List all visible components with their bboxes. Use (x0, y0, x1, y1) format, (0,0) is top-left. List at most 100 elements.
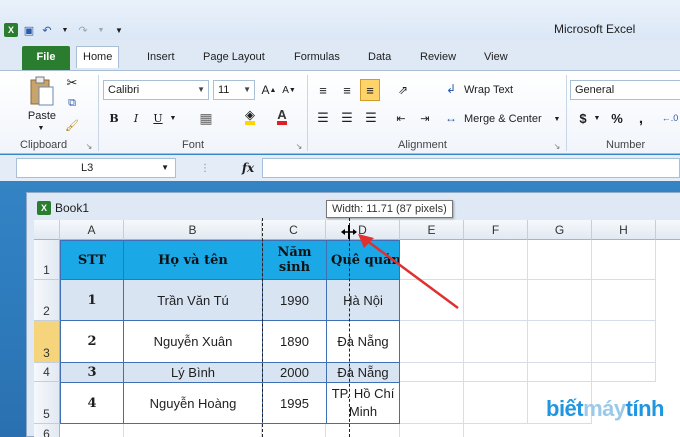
table-cell-year[interactable]: 1995 (262, 382, 327, 424)
italic-button[interactable]: I (128, 109, 144, 127)
cell[interactable] (124, 424, 262, 437)
cell[interactable] (528, 240, 592, 280)
table-cell-stt[interactable]: 3 (60, 362, 124, 383)
row-header-4[interactable]: 4 (34, 363, 60, 382)
currency-button[interactable]: $ (576, 109, 590, 127)
table-cell-year[interactable]: 1890 (262, 320, 327, 363)
row-header-1[interactable]: 1 (34, 240, 60, 280)
save-icon[interactable]: ▣ (22, 23, 36, 37)
cell[interactable] (592, 321, 656, 363)
cell[interactable] (592, 240, 656, 280)
table-header-stt[interactable]: STT (60, 240, 124, 280)
table-cell-stt[interactable]: 1 (60, 279, 124, 321)
table-cell-hometown[interactable]: Đà Nẵng (326, 320, 400, 363)
cell[interactable] (528, 280, 592, 321)
name-box-dropdown-icon[interactable]: ▼ (161, 159, 169, 177)
row-header-6[interactable]: 6 (34, 424, 60, 437)
tab-view[interactable]: View (478, 47, 514, 69)
align-right-icon[interactable]: ☰ (362, 109, 380, 127)
wrap-text-icon[interactable]: ↲ (444, 81, 458, 97)
cell[interactable] (528, 321, 592, 363)
tab-file[interactable]: File (22, 46, 70, 70)
tab-page-layout[interactable]: Page Layout (197, 47, 271, 69)
paste-button[interactable]: Paste (26, 109, 58, 123)
cell[interactable] (592, 280, 656, 321)
row-header-2[interactable]: 2 (34, 280, 60, 321)
underline-button[interactable]: U (150, 109, 166, 127)
font-color-icon[interactable]: A (272, 107, 292, 127)
alignment-launcher-icon[interactable]: ↘ (552, 141, 562, 151)
row-header-5[interactable]: 5 (34, 382, 60, 424)
font-name-combo[interactable]: Calibri ▼ (103, 80, 209, 100)
align-left-icon[interactable]: ☰ (314, 109, 332, 127)
wrap-text-button[interactable]: Wrap Text (464, 81, 513, 99)
formula-bar-divider-icon[interactable]: ⋮ (180, 161, 230, 175)
column-header-a[interactable]: A (60, 220, 124, 240)
top-align-icon[interactable]: ≡ (314, 81, 332, 99)
name-box[interactable]: L3 ▼ (16, 158, 176, 178)
cell[interactable] (60, 424, 124, 437)
cell[interactable] (400, 321, 464, 363)
undo-icon[interactable]: ↶ (40, 23, 54, 37)
number-format-combo[interactable]: General (570, 80, 680, 100)
grow-font-icon[interactable]: A ▲ (260, 81, 278, 99)
cut-icon[interactable]: ✂ (64, 75, 80, 91)
tab-insert[interactable]: Insert (141, 47, 181, 69)
table-cell-name[interactable]: Trần Văn Tú (123, 279, 263, 321)
shrink-font-icon[interactable]: A ▼ (280, 81, 298, 99)
cell[interactable] (464, 382, 528, 424)
undo-dropdown-icon[interactable]: ▼ (58, 23, 72, 37)
cell[interactable] (464, 240, 528, 280)
tab-formulas[interactable]: Formulas (288, 47, 346, 69)
increase-indent-icon[interactable]: ⇥ (416, 109, 434, 127)
merge-dropdown-icon[interactable]: ▼ (552, 112, 562, 126)
cell[interactable] (528, 363, 592, 382)
table-cell-name[interactable]: Nguyễn Hoàng (123, 382, 263, 424)
orientation-icon[interactable]: ⇗ (392, 81, 414, 99)
bottom-align-icon[interactable]: ≡ (360, 79, 380, 101)
paste-dropdown-icon[interactable]: ▼ (34, 123, 48, 133)
table-cell-year[interactable]: 1990 (262, 279, 327, 321)
table-cell-hometown[interactable]: Đà Nẵng (326, 362, 400, 383)
cell[interactable] (326, 424, 400, 437)
decrease-indent-icon[interactable]: ⇤ (392, 109, 410, 127)
align-center-icon[interactable]: ☰ (338, 109, 356, 127)
borders-icon[interactable]: ▦ (196, 109, 216, 127)
fill-color-icon[interactable]: ◈ (240, 107, 260, 127)
merge-center-button[interactable]: Merge & Center (464, 110, 542, 128)
column-header-g[interactable]: G (528, 220, 592, 240)
table-cell-stt[interactable]: 2 (60, 320, 124, 363)
comma-button[interactable]: , (634, 109, 648, 127)
row-header-3[interactable]: 3 (34, 321, 60, 363)
select-all-corner[interactable] (34, 220, 60, 240)
column-header-b[interactable]: B (124, 220, 262, 240)
tab-home[interactable]: Home (76, 46, 120, 68)
table-cell-stt[interactable]: 4 (60, 382, 124, 424)
font-size-combo[interactable]: 11 ▼ (213, 80, 255, 100)
table-cell-year[interactable]: 2000 (262, 362, 327, 383)
increase-decimal-icon[interactable]: ←.0 (660, 109, 680, 127)
copy-icon[interactable]: ⧉ (64, 95, 80, 111)
column-header-c[interactable]: C (262, 220, 326, 240)
cell[interactable] (400, 424, 464, 437)
currency-dropdown-icon[interactable]: ▼ (592, 111, 602, 125)
customize-qat-icon[interactable]: ▼ (112, 23, 126, 37)
tab-data[interactable]: Data (362, 47, 397, 69)
redo-dropdown-icon[interactable]: ▼ (94, 23, 108, 37)
formula-input[interactable] (262, 158, 680, 178)
redo-icon[interactable]: ↷ (76, 23, 90, 37)
tab-review[interactable]: Review (414, 47, 462, 69)
column-header-partial[interactable] (656, 220, 680, 240)
insert-function-button[interactable]: fx (236, 158, 260, 178)
cell[interactable] (400, 382, 464, 424)
format-painter-icon[interactable]: 🖌 (64, 117, 80, 133)
clipboard-launcher-icon[interactable]: ↘ (84, 141, 94, 151)
middle-align-icon[interactable]: ≡ (338, 81, 356, 99)
cell[interactable] (464, 363, 528, 382)
cell[interactable] (464, 321, 528, 363)
column-header-h[interactable]: H (592, 220, 656, 240)
table-header-year[interactable]: Năm sinh (262, 240, 327, 280)
paste-icon[interactable] (26, 75, 58, 109)
merge-center-icon[interactable]: ↔ (444, 110, 458, 126)
table-cell-name[interactable]: Lý Bình (123, 362, 263, 383)
